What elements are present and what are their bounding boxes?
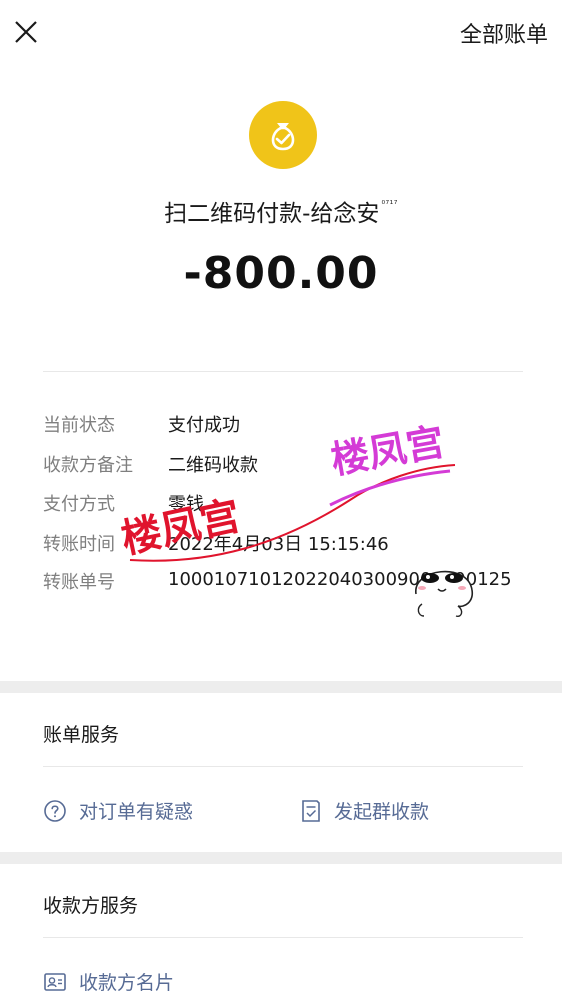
bill-service-title: 账单服务 bbox=[43, 724, 120, 746]
close-icon[interactable] bbox=[12, 18, 40, 46]
cartoon-face-sticker bbox=[408, 556, 478, 630]
transaction-title-text: 扫二维码付款-给念安 bbox=[164, 201, 380, 227]
payee-card-label: 收款方名片 bbox=[79, 972, 175, 994]
divider bbox=[43, 937, 523, 938]
question-order-label: 对订单有疑惑 bbox=[79, 801, 194, 823]
payment-method-label: 支付方式 bbox=[43, 494, 115, 515]
transaction-title: 扫二维码付款-给念安 ⁰⁷¹⁷ bbox=[0, 194, 562, 228]
question-order-link[interactable]: 对订单有疑惑 bbox=[43, 797, 193, 824]
group-collect-label: 发起群收款 bbox=[334, 801, 430, 823]
payee-service-title: 收款方服务 bbox=[43, 895, 139, 917]
status-label: 当前状态 bbox=[43, 415, 115, 436]
section-separator bbox=[0, 852, 562, 864]
divider bbox=[43, 371, 523, 372]
payee-card-link[interactable]: 收款方名片 bbox=[43, 968, 174, 995]
money-bag-icon bbox=[249, 101, 317, 169]
transfer-time-label: 转账时间 bbox=[43, 534, 115, 555]
all-bills-button[interactable]: 全部账单 bbox=[460, 17, 548, 49]
section-separator bbox=[0, 681, 562, 693]
transaction-title-suffix: ⁰⁷¹⁷ bbox=[381, 200, 398, 210]
transfer-number-label: 转账单号 bbox=[43, 572, 115, 593]
group-collect-link[interactable]: 发起群收款 bbox=[300, 797, 429, 824]
transaction-amount: -800.00 bbox=[183, 248, 379, 299]
receipt-icon bbox=[302, 799, 320, 822]
contact-card-icon bbox=[44, 972, 66, 991]
status-value: 支付成功 bbox=[168, 415, 240, 436]
divider bbox=[43, 766, 523, 767]
question-circle-icon bbox=[44, 799, 66, 822]
